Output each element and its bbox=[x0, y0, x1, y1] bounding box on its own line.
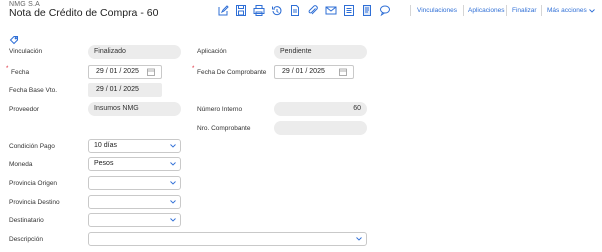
aplicaciones-link[interactable]: Aplicaciones bbox=[468, 7, 505, 14]
required-marker: * bbox=[6, 66, 9, 72]
fecha-input[interactable]: 29 / 01 / 2025 bbox=[88, 65, 162, 79]
provincia-origen-label: Provincia Origen bbox=[9, 180, 58, 187]
condicion-pago-label: Condición Pago bbox=[9, 143, 55, 150]
chevron-down-icon bbox=[589, 9, 595, 13]
proveedor-value: Insumos NMG bbox=[88, 102, 181, 116]
tag-icon[interactable] bbox=[9, 32, 19, 45]
proveedor-label: Proveedor bbox=[9, 106, 39, 113]
nro-comprobante-label: Nro. Comprobante bbox=[197, 125, 251, 132]
toolbar-divider bbox=[410, 5, 411, 16]
page-title: Nota de Crédito de Compra - 60 bbox=[9, 7, 159, 19]
attach-icon[interactable] bbox=[307, 4, 319, 17]
history-icon[interactable] bbox=[271, 4, 283, 17]
fecha-comprobante-month: 01 bbox=[295, 68, 304, 75]
calendar-icon[interactable] bbox=[339, 68, 347, 76]
fecha-label: Fecha bbox=[11, 69, 30, 76]
fecha-base-vto-label: Fecha Base Vto. bbox=[9, 87, 58, 94]
fecha-comprobante-label: Fecha De Comprobante bbox=[197, 69, 267, 76]
aplicacion-label: Aplicación bbox=[197, 48, 227, 55]
notes-icon[interactable] bbox=[361, 4, 373, 17]
mas-acciones-label: Más acciones bbox=[547, 7, 587, 14]
moneda-value: Pesos bbox=[94, 160, 114, 167]
fecha-base-vto-month: 01 bbox=[109, 86, 118, 93]
fecha-comprobante-year: 2025 bbox=[309, 68, 325, 75]
fecha-base-vto-year: 2025 bbox=[123, 86, 139, 93]
checklist-icon[interactable] bbox=[343, 4, 355, 17]
chevron-down-icon bbox=[170, 162, 176, 166]
vinculacion-value: Finalizado bbox=[88, 45, 181, 59]
chevron-down-icon bbox=[170, 181, 176, 185]
chevron-down-icon bbox=[170, 144, 176, 148]
calendar-icon[interactable] bbox=[147, 68, 155, 76]
print-icon[interactable] bbox=[253, 4, 265, 17]
fecha-base-vto-day: 29 bbox=[96, 86, 104, 93]
document-icon[interactable] bbox=[289, 4, 301, 17]
nro-comprobante-value bbox=[274, 121, 367, 135]
numero-interno-label: Número Interno bbox=[197, 106, 243, 113]
provincia-origen-select[interactable] bbox=[88, 176, 181, 190]
numero-interno-value: 60 bbox=[274, 102, 367, 116]
destinatario-select[interactable] bbox=[88, 213, 181, 227]
save-icon[interactable] bbox=[235, 4, 247, 17]
fecha-comprobante-input[interactable]: 29 / 01 / 2025 bbox=[274, 65, 354, 79]
finalizar-button[interactable]: Finalizar bbox=[512, 7, 537, 14]
descripcion-label: Descripción bbox=[9, 236, 43, 243]
condicion-pago-select[interactable]: 10 días bbox=[88, 139, 181, 153]
toolbar-divider bbox=[541, 5, 542, 16]
required-marker: * bbox=[192, 66, 195, 72]
vinculaciones-link[interactable]: Vinculaciones bbox=[417, 7, 457, 14]
condicion-pago-value: 10 días bbox=[94, 142, 117, 149]
provincia-destino-label: Provincia Destino bbox=[9, 199, 60, 206]
vinculacion-label: Vinculación bbox=[9, 48, 43, 55]
fecha-year: 2025 bbox=[123, 68, 139, 75]
aplicacion-value: Pendiente bbox=[274, 45, 367, 59]
provincia-destino-select[interactable] bbox=[88, 195, 181, 209]
fecha-comprobante-day: 29 bbox=[282, 68, 290, 75]
mas-acciones-menu[interactable]: Más acciones bbox=[547, 7, 595, 14]
toolbar-divider bbox=[506, 5, 507, 16]
moneda-select[interactable]: Pesos bbox=[88, 157, 181, 171]
chevron-down-icon bbox=[356, 237, 362, 241]
fecha-base-vto-value: 29 / 01 / 2025 bbox=[88, 83, 162, 97]
destinatario-label: Destinatario bbox=[9, 217, 44, 224]
toolbar-divider bbox=[463, 5, 464, 16]
mail-icon[interactable] bbox=[325, 4, 337, 17]
fecha-month: 01 bbox=[109, 68, 118, 75]
moneda-label: Moneda bbox=[9, 161, 33, 168]
chevron-down-icon bbox=[170, 200, 176, 204]
edit-icon[interactable] bbox=[217, 4, 229, 17]
comment-icon[interactable] bbox=[379, 4, 391, 17]
header: NMG S.A Nota de Crédito de Compra - 60 bbox=[0, 0, 602, 28]
descripcion-select[interactable] bbox=[88, 232, 367, 246]
fecha-day: 29 bbox=[96, 68, 104, 75]
chevron-down-icon bbox=[170, 218, 176, 222]
